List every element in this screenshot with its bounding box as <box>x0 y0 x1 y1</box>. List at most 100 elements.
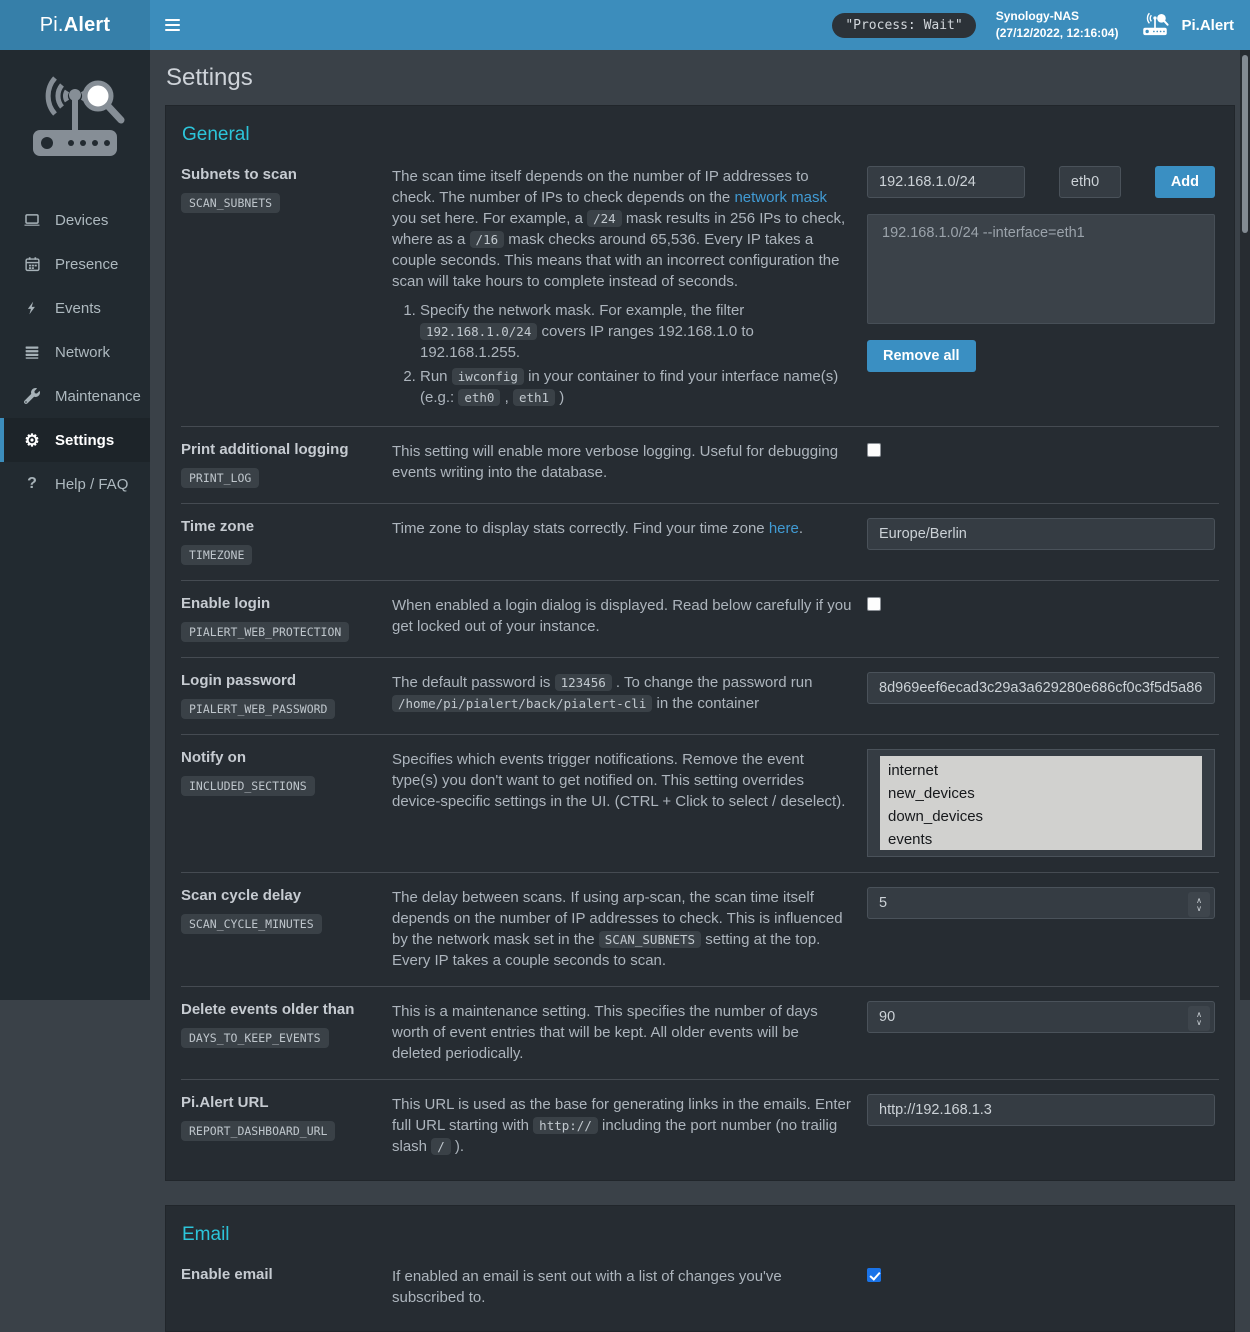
setting-row-password: Login password PIALERT_WEB_PASSWORD The … <box>181 657 1219 734</box>
select-option-down-devices[interactable]: down_devices <box>880 805 1202 828</box>
setting-key-badge: SCAN_CYCLE_MINUTES <box>181 914 322 934</box>
timezone-here-link[interactable]: here <box>769 520 799 537</box>
print-log-checkbox[interactable] <box>867 443 881 457</box>
timezone-input[interactable] <box>867 518 1215 550</box>
top-bar: Pi.Alert "Process: Wait" Synology-NAS (2… <box>0 0 1250 50</box>
sidebar-item-presence[interactable]: Presence <box>0 242 150 286</box>
setting-description: This is a maintenance setting. This spec… <box>392 1001 852 1064</box>
subnets-instruction-list: Specify the network mask. For example, t… <box>392 300 852 408</box>
sidebar-menu: Devices Presence Events Network Maintena… <box>0 198 150 506</box>
subnet-input[interactable] <box>867 166 1025 198</box>
setting-row-subnets: Subnets to scan SCAN_SUBNETS The scan ti… <box>181 152 1219 426</box>
setting-description: Time zone to display stats correctly. Fi… <box>392 518 852 565</box>
top-navbar: "Process: Wait" Synology-NAS (27/12/2022… <box>150 0 1250 50</box>
number-spinner[interactable]: ∧∨ <box>1188 1006 1210 1031</box>
dashboard-url-input[interactable] <box>867 1094 1215 1126</box>
sidebar-item-label: Maintenance <box>55 388 141 405</box>
remove-all-subnets-button[interactable]: Remove all <box>867 340 976 372</box>
code-eth0: eth0 <box>458 389 500 406</box>
sidebar-item-settings[interactable]: ⚙ Settings <box>0 418 150 462</box>
hamburger-icon <box>165 19 180 21</box>
code-mask-24: /24 <box>587 210 622 227</box>
page-title: Settings <box>165 50 1235 105</box>
app-logo[interactable]: Pi.Alert <box>0 0 150 50</box>
sidebar-item-events[interactable]: Events <box>0 286 150 330</box>
question-icon: ? <box>23 476 41 492</box>
sidebar-item-label: Settings <box>55 432 114 449</box>
select-option-events[interactable]: events <box>880 828 1202 850</box>
password-hash-input[interactable] <box>867 672 1215 704</box>
code-scan-subnets-ref: SCAN_SUBNETS <box>599 931 701 948</box>
network-mask-link[interactable]: network mask <box>734 189 827 206</box>
email-panel: Email Enable email If enabled an email i… <box>165 1205 1235 1332</box>
code-eth1: eth1 <box>513 389 555 406</box>
topbar-right-cluster: "Process: Wait" Synology-NAS (27/12/2022… <box>832 8 1250 42</box>
code-mask-16: /16 <box>470 231 505 248</box>
setting-label: Enable email <box>181 1266 377 1283</box>
sidebar-item-label: Network <box>55 344 110 361</box>
setting-description: If enabled an email is sent out with a l… <box>392 1266 852 1308</box>
page-scrollbar-track[interactable] <box>1240 50 1250 1000</box>
setting-description: The delay between scans. If using arp-sc… <box>392 887 852 971</box>
setting-row-enable-email: Enable email If enabled an email is sent… <box>181 1252 1219 1323</box>
code-pialert-cli-path: /home/pi/pialert/back/pialert-cli <box>392 695 652 712</box>
sidebar-item-label: Devices <box>55 212 108 229</box>
keep-events-input[interactable] <box>867 1001 1215 1033</box>
setting-key-badge: PRINT_LOG <box>181 468 259 488</box>
process-status-badge: "Process: Wait" <box>832 13 975 38</box>
setting-label: Subnets to scan <box>181 166 377 183</box>
setting-key-badge: DAYS_TO_KEEP_EVENTS <box>181 1028 329 1048</box>
wrench-icon <box>23 388 41 404</box>
device-name: Synology-NAS <box>996 8 1119 25</box>
bolt-icon <box>23 299 41 317</box>
code-slash: / <box>431 1138 451 1155</box>
setting-key-badge: INCLUDED_SECTIONS <box>181 776 315 796</box>
number-spinner[interactable]: ∧∨ <box>1188 892 1210 917</box>
general-panel: General Subnets to scan SCAN_SUBNETS The… <box>165 105 1235 1181</box>
sidebar-item-label: Help / FAQ <box>55 476 128 493</box>
add-subnet-button[interactable]: Add <box>1155 166 1215 198</box>
enable-login-checkbox[interactable] <box>867 597 881 611</box>
enable-email-checkbox[interactable] <box>867 1268 881 1282</box>
router-scan-icon <box>1138 11 1172 39</box>
setting-description: When enabled a login dialog is displayed… <box>392 595 852 642</box>
setting-label: Pi.Alert URL <box>181 1094 377 1111</box>
sidebar-item-help[interactable]: ? Help / FAQ <box>0 462 150 506</box>
setting-label: Time zone <box>181 518 377 535</box>
setting-key-badge: PIALERT_WEB_PROTECTION <box>181 622 349 642</box>
router-scan-logo-icon <box>20 70 130 170</box>
main-content: Settings General Subnets to scan SCAN_SU… <box>150 0 1250 1332</box>
code-default-password: 123456 <box>555 674 612 691</box>
setting-row-url: Pi.Alert URL REPORT_DASHBOARD_URL This U… <box>181 1079 1219 1172</box>
setting-description: The scan time itself depends on the numb… <box>392 166 852 411</box>
setting-key-badge: SCAN_SUBNETS <box>181 193 280 213</box>
subnet-list-textarea[interactable]: 192.168.1.0/24 --interface=eth1 <box>867 214 1215 324</box>
setting-description: This URL is used as the base for generat… <box>392 1094 852 1157</box>
setting-label: Login password <box>181 672 377 689</box>
scan-cycle-input[interactable] <box>867 887 1215 919</box>
page-scrollbar-thumb[interactable] <box>1242 55 1248 233</box>
notify-multiselect[interactable]: internet new_devices down_devices events <box>867 749 1215 857</box>
interface-input[interactable] <box>1059 166 1121 198</box>
laptop-icon <box>23 211 41 230</box>
sidebar-item-devices[interactable]: Devices <box>0 198 150 242</box>
setting-row-print-log: Print additional logging PRINT_LOG This … <box>181 426 1219 503</box>
setting-description: Specifies which events trigger notificat… <box>392 749 852 857</box>
code-http-prefix: http:// <box>533 1117 598 1134</box>
select-option-new-devices[interactable]: new_devices <box>880 782 1202 805</box>
setting-row-scan-cycle: Scan cycle delay SCAN_CYCLE_MINUTES The … <box>181 872 1219 986</box>
setting-label: Enable login <box>181 595 377 612</box>
brand-link[interactable]: Pi.Alert <box>1138 11 1234 39</box>
sidebar-item-label: Events <box>55 300 101 317</box>
network-list-icon <box>23 344 41 361</box>
sidebar-item-maintenance[interactable]: Maintenance <box>0 374 150 418</box>
setting-label: Notify on <box>181 749 377 766</box>
setting-description: This setting will enable more verbose lo… <box>392 441 852 488</box>
setting-key-badge: TIMEZONE <box>181 545 252 565</box>
select-option-internet[interactable]: internet <box>880 759 1202 782</box>
setting-label: Delete events older than <box>181 1001 377 1018</box>
setting-description: The default password is 123456 . To chan… <box>392 672 852 719</box>
sidebar-item-network[interactable]: Network <box>0 330 150 374</box>
setting-row-timezone: Time zone TIMEZONE Time zone to display … <box>181 503 1219 580</box>
sidebar-toggle-button[interactable] <box>150 0 195 50</box>
